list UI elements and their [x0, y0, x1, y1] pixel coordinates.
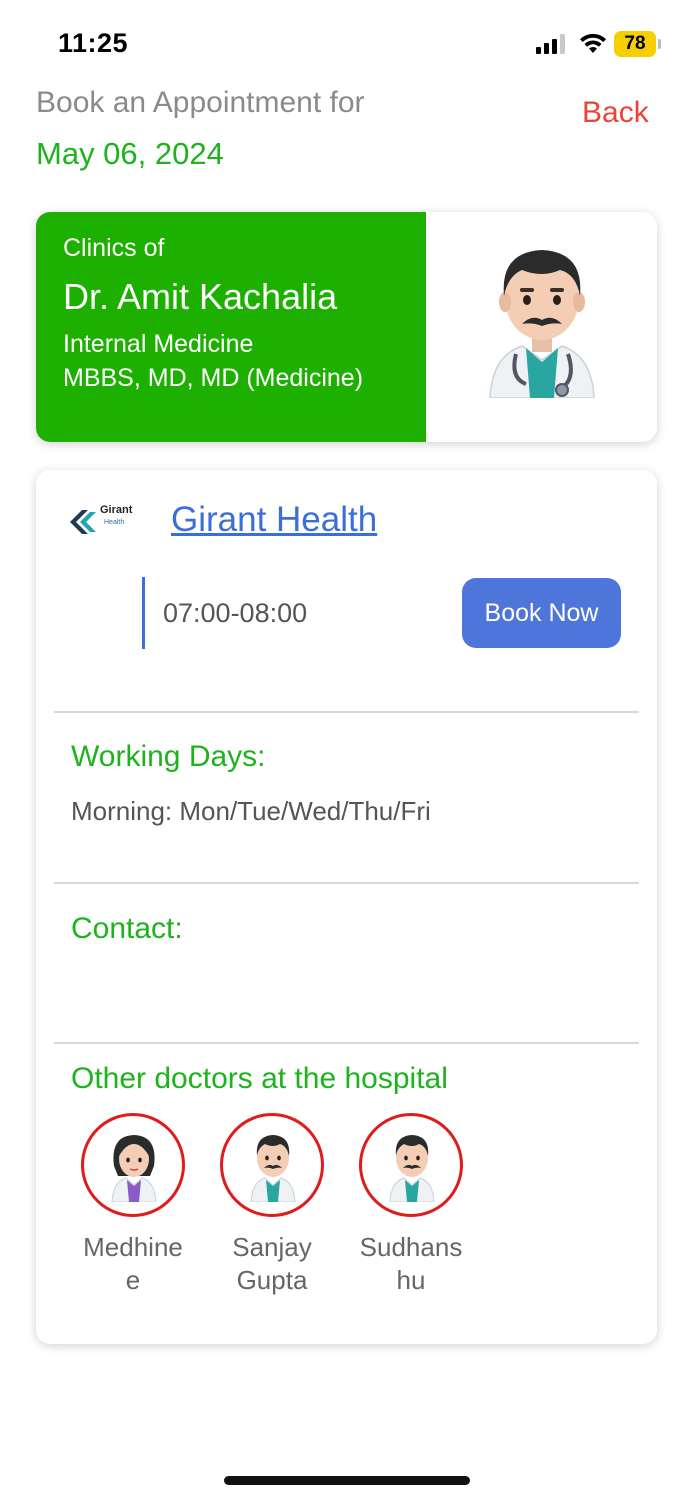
app-screen: 11:25 78 Book an Appointment for May 06,…	[0, 0, 693, 1500]
doctor-degrees: MBBS, MD, MD (Medicine)	[63, 364, 364, 392]
time-slot: 07:00-08:00	[163, 598, 308, 628]
doctor-name: Dr. Amit Kachalia	[63, 276, 338, 317]
logo-text: Girant	[100, 504, 133, 516]
doctor-card: Clinics of Dr. Amit Kachalia Internal Me…	[36, 212, 657, 442]
doctor-avatar[interactable]	[81, 1113, 185, 1217]
time-slot-marker	[142, 577, 145, 649]
divider	[54, 711, 639, 713]
home-indicator[interactable]	[224, 1476, 470, 1485]
doctor-info-panel: Clinics of Dr. Amit Kachalia Internal Me…	[36, 212, 426, 442]
girant-logo-icon	[70, 510, 96, 534]
male-doctor-icon	[389, 1135, 435, 1202]
battery-indicator: 78	[614, 31, 656, 57]
cellular-signal-icon	[536, 34, 565, 54]
logo-subtext: Health	[104, 519, 125, 526]
page-title: Book an Appointment for	[36, 86, 365, 119]
male-doctor-icon	[250, 1135, 296, 1202]
hospital-logo[interactable]: Girant Health	[66, 504, 136, 544]
female-doctor-icon	[111, 1135, 157, 1202]
contact-label: Contact:	[71, 912, 183, 945]
clinics-of-label: Clinics of	[63, 234, 165, 262]
other-doctor-item[interactable]: Sanjay Gupta	[219, 1113, 325, 1297]
status-bar: 11:25 78	[0, 0, 693, 88]
other-doctors-label: Other doctors at the hospital	[71, 1062, 448, 1095]
divider	[54, 1042, 639, 1044]
other-doctor-item[interactable]: Sudhanshu	[358, 1113, 464, 1297]
doctor-avatar[interactable]	[359, 1113, 463, 1217]
other-doctor-item[interactable]: Medhinee	[80, 1113, 186, 1297]
hospital-card: Girant Health Girant Health 07:00-08:00 …	[36, 470, 657, 1344]
back-button[interactable]: Back	[582, 96, 649, 130]
doctor-specialty: Internal Medicine	[63, 330, 254, 358]
other-doctor-name: Sanjay Gupta	[232, 1232, 312, 1295]
male-doctor-icon	[489, 250, 595, 398]
doctor-avatar[interactable]	[220, 1113, 324, 1217]
divider	[54, 882, 639, 884]
working-days-value: Morning: Mon/Tue/Wed/Thu/Fri	[71, 796, 431, 826]
other-doctor-name: Sudhanshu	[359, 1232, 463, 1295]
other-doctor-name: Medhinee	[83, 1232, 183, 1295]
wifi-icon	[580, 33, 606, 53]
status-time: 11:25	[58, 28, 129, 58]
hospital-name-link[interactable]: Girant Health	[171, 500, 377, 540]
working-days-label: Working Days:	[71, 740, 266, 773]
book-now-button[interactable]: Book Now	[462, 578, 621, 648]
battery-nub	[658, 39, 661, 49]
appointment-date: May 06, 2024	[36, 136, 224, 171]
